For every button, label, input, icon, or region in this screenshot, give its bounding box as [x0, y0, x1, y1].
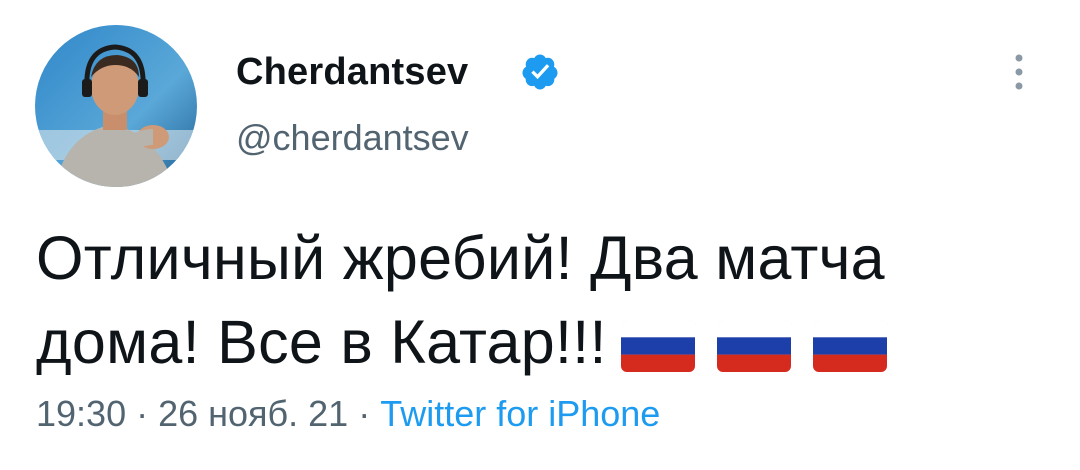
separator: · [348, 393, 381, 434]
verified-badge-icon [520, 52, 560, 92]
tweet-meta: 19:30 · 26 нояб. 21 · Twitter for iPhone [36, 392, 660, 436]
russia-flag-icon [620, 319, 695, 372]
display-name[interactable]: Cherdantsev [236, 50, 468, 94]
tweet-date[interactable]: 26 нояб. 21 [158, 393, 348, 434]
avatar[interactable] [35, 25, 197, 187]
flag-group [620, 305, 909, 389]
russia-flag-icon [716, 319, 791, 372]
tweet-source-link[interactable]: Twitter for iPhone [380, 393, 660, 434]
russia-flag-icon [812, 319, 887, 372]
tweet-text: Отличный жребий! Два матча дома! Все в К… [36, 216, 1046, 389]
more-vertical-icon[interactable] [1008, 52, 1030, 92]
separator: · [126, 393, 159, 434]
tweet-time[interactable]: 19:30 [36, 393, 126, 434]
avatar-image [35, 25, 197, 187]
user-handle[interactable]: @cherdantsev [236, 117, 469, 159]
